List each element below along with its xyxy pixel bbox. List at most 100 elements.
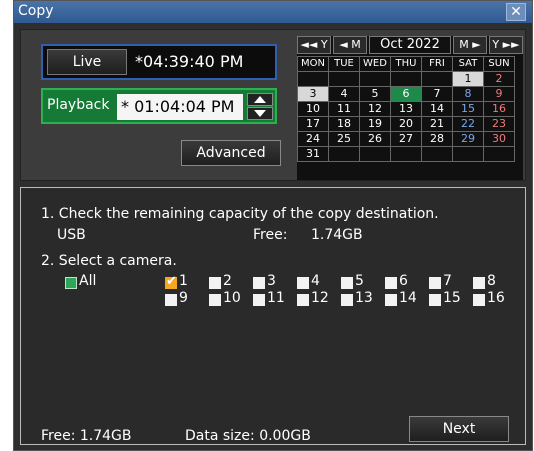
calendar-day[interactable]: 25 bbox=[328, 131, 360, 147]
camera-checkbox-2[interactable] bbox=[209, 277, 221, 289]
calendar-day[interactable]: 4 bbox=[328, 86, 360, 102]
checkmark-icon: ✔ bbox=[166, 274, 177, 289]
prev-year-button[interactable]: ◄◄ Y bbox=[297, 36, 331, 54]
camera-checkbox-4[interactable] bbox=[297, 277, 309, 289]
destination-free-value: 1.74GB bbox=[311, 227, 363, 243]
calendar-day[interactable]: 26 bbox=[359, 131, 391, 147]
camera-label-12: 12 bbox=[311, 290, 329, 306]
copy-settings-panel: 1. Check the remaining capacity of the c… bbox=[20, 187, 526, 445]
calendar-day[interactable]: 15 bbox=[452, 101, 484, 117]
weekday-header: SUN bbox=[483, 56, 515, 72]
camera-checkbox-13[interactable] bbox=[341, 294, 353, 306]
calendar-day[interactable]: 3 bbox=[297, 86, 329, 102]
camera-label-16: 16 bbox=[487, 290, 505, 306]
calendar-empty-cell bbox=[328, 71, 360, 87]
camera-label-1: 1 bbox=[179, 273, 188, 289]
calendar-day[interactable]: 19 bbox=[359, 116, 391, 132]
time-selection-panel: Live *04:39:40 PM Playback * 01:04:04 PM… bbox=[20, 29, 526, 181]
data-size-text: Data size: 0.00GB bbox=[185, 428, 311, 444]
next-month-button[interactable]: M ► bbox=[453, 36, 487, 54]
window-title: Copy bbox=[18, 3, 54, 19]
weekday-header: WED bbox=[359, 56, 391, 72]
calendar-day[interactable]: 6 bbox=[390, 86, 422, 102]
calendar-day[interactable]: 12 bbox=[359, 101, 391, 117]
destination-label: USB bbox=[57, 227, 86, 243]
calendar-day[interactable]: 20 bbox=[390, 116, 422, 132]
all-cameras-label: All bbox=[79, 273, 97, 289]
prev-month-button[interactable]: ◄ M bbox=[333, 36, 367, 54]
advanced-button[interactable]: Advanced bbox=[181, 140, 281, 166]
weekday-header: SAT bbox=[452, 56, 484, 72]
camera-checkbox-16[interactable] bbox=[473, 294, 485, 306]
calendar-day[interactable]: 31 bbox=[297, 146, 329, 162]
camera-checkbox-6[interactable] bbox=[385, 277, 397, 289]
calendar-day[interactable]: 9 bbox=[483, 86, 515, 102]
copy-dialog: Copy ✕ Live *04:39:40 PM Playback * 01:0… bbox=[13, 0, 533, 451]
calendar-day[interactable]: 27 bbox=[390, 131, 422, 147]
close-button[interactable]: ✕ bbox=[506, 3, 526, 21]
camera-label-4: 4 bbox=[311, 273, 320, 289]
next-button[interactable]: Next bbox=[409, 416, 509, 442]
calendar-day[interactable]: 10 bbox=[297, 101, 329, 117]
camera-checkbox-5[interactable] bbox=[341, 277, 353, 289]
calendar-day[interactable]: 14 bbox=[421, 101, 453, 117]
camera-label-13: 13 bbox=[355, 290, 373, 306]
calendar-empty-cell bbox=[390, 146, 422, 162]
calendar-day[interactable]: 16 bbox=[483, 101, 515, 117]
camera-checkbox-12[interactable] bbox=[297, 294, 309, 306]
camera-label-8: 8 bbox=[487, 273, 496, 289]
arrow-up-icon bbox=[254, 96, 266, 103]
calendar-day[interactable]: 17 bbox=[297, 116, 329, 132]
calendar-day[interactable]: 24 bbox=[297, 131, 329, 147]
calendar-day[interactable]: 28 bbox=[421, 131, 453, 147]
camera-label-9: 9 bbox=[179, 290, 188, 306]
calendar-day[interactable]: 21 bbox=[421, 116, 453, 132]
camera-checkbox-14[interactable] bbox=[385, 294, 397, 306]
calendar-month-label: Oct 2022 bbox=[369, 36, 451, 54]
weekday-header: THU bbox=[390, 56, 422, 72]
calendar-day[interactable]: 11 bbox=[328, 101, 360, 117]
camera-label-5: 5 bbox=[355, 273, 364, 289]
camera-label-2: 2 bbox=[223, 273, 232, 289]
camera-label-3: 3 bbox=[267, 273, 276, 289]
calendar-empty-cell bbox=[359, 71, 391, 87]
live-time: *04:39:40 PM bbox=[135, 52, 244, 71]
calendar-empty-cell bbox=[297, 71, 329, 87]
calendar-day[interactable]: 29 bbox=[452, 131, 484, 147]
calendar: ◄◄ Y ◄ M Oct 2022 M ► Y ►► MON TUE WED THU F… bbox=[297, 36, 523, 180]
footer-free-text: Free: 1.74GB bbox=[41, 428, 132, 444]
camera-checkbox-8[interactable] bbox=[473, 277, 485, 289]
step2-text: 2. Select a camera. bbox=[41, 253, 177, 269]
camera-checkbox-10[interactable] bbox=[209, 294, 221, 306]
camera-label-14: 14 bbox=[399, 290, 417, 306]
camera-checkbox-11[interactable] bbox=[253, 294, 265, 306]
calendar-day[interactable]: 2 bbox=[483, 71, 515, 87]
time-down-button[interactable] bbox=[247, 107, 273, 120]
camera-checkbox-9[interactable] bbox=[165, 294, 177, 306]
next-year-button[interactable]: Y ►► bbox=[489, 36, 523, 54]
camera-checkbox-1[interactable]: ✔ bbox=[165, 274, 177, 289]
calendar-day[interactable]: 7 bbox=[421, 86, 453, 102]
time-up-button[interactable] bbox=[247, 93, 273, 106]
live-time-box: Live *04:39:40 PM bbox=[41, 44, 277, 80]
calendar-day[interactable]: 1 bbox=[452, 71, 484, 87]
camera-checkbox-15[interactable] bbox=[429, 294, 441, 306]
camera-checkbox-3[interactable] bbox=[253, 277, 265, 289]
calendar-day[interactable]: 23 bbox=[483, 116, 515, 132]
all-cameras-checkbox[interactable] bbox=[65, 277, 77, 289]
camera-checkbox-7[interactable] bbox=[429, 277, 441, 289]
weekday-header: MON bbox=[297, 56, 329, 72]
calendar-day[interactable]: 18 bbox=[328, 116, 360, 132]
calendar-empty-cell bbox=[328, 146, 360, 162]
step1-text: 1. Check the remaining capacity of the c… bbox=[41, 206, 439, 222]
calendar-day[interactable]: 13 bbox=[390, 101, 422, 117]
camera-label-11: 11 bbox=[267, 290, 285, 306]
calendar-empty-cell bbox=[483, 146, 515, 162]
calendar-empty-cell bbox=[421, 146, 453, 162]
playback-time-field[interactable]: * 01:04:04 PM bbox=[117, 94, 243, 120]
calendar-day[interactable]: 8 bbox=[452, 86, 484, 102]
calendar-day[interactable]: 30 bbox=[483, 131, 515, 147]
calendar-day[interactable]: 22 bbox=[452, 116, 484, 132]
calendar-day[interactable]: 5 bbox=[359, 86, 391, 102]
live-button[interactable]: Live bbox=[47, 49, 127, 75]
